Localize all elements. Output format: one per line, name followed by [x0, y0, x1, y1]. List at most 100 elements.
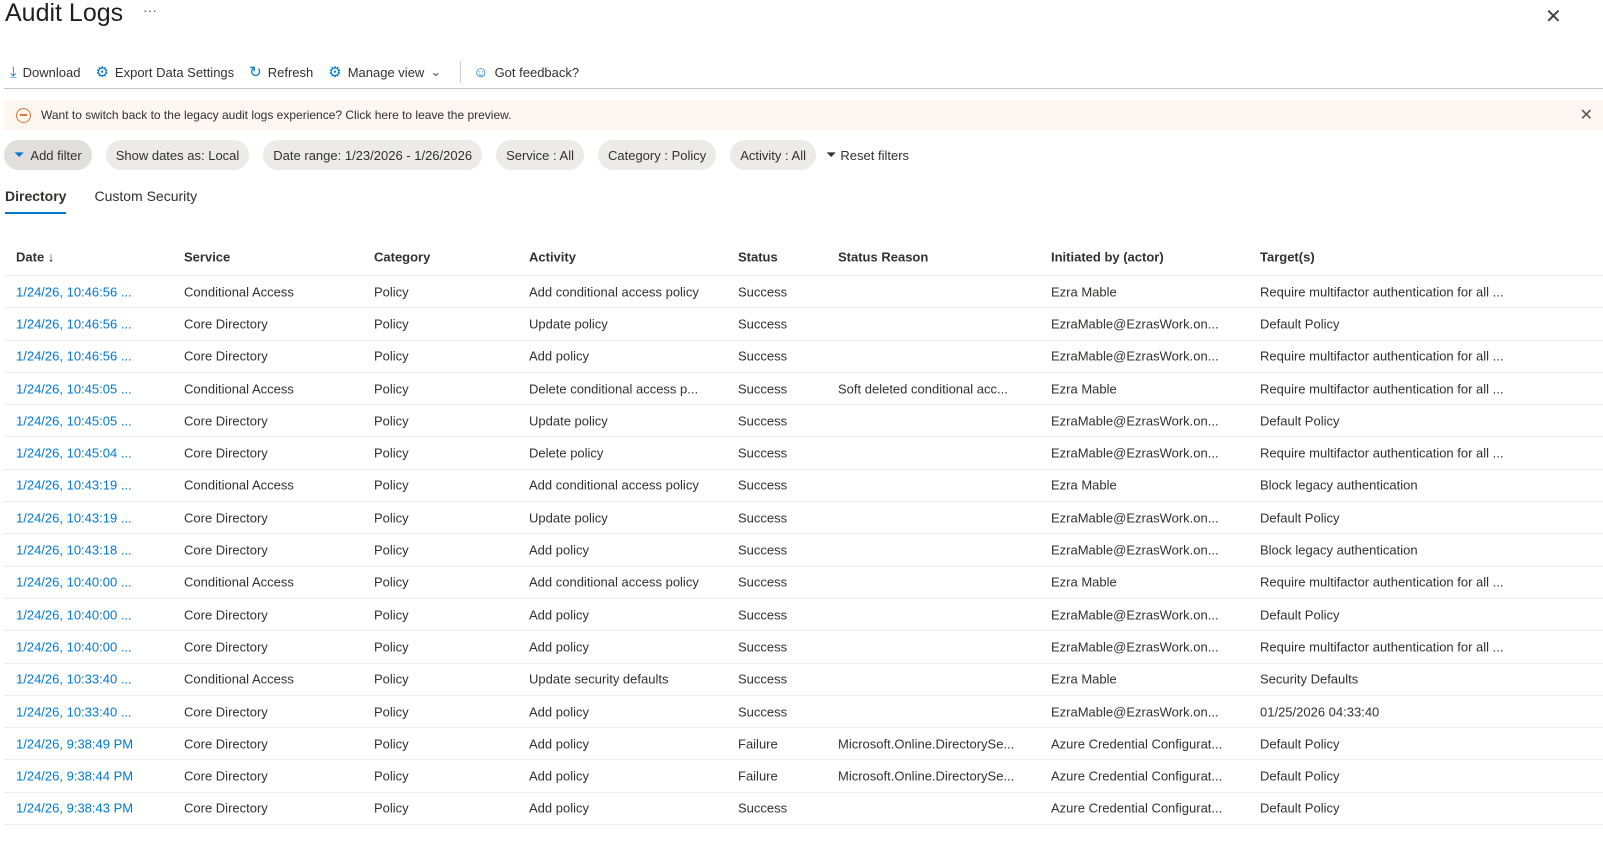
table-row[interactable]: 1/24/26, 10:46:56 ... Core Directory Polic… — [4, 308, 1603, 341]
cell-status: Success — [738, 348, 788, 364]
download-icon: ⤓ — [10, 63, 17, 81]
cell-date[interactable]: 1/24/26, 10:46:56 ... — [16, 284, 132, 299]
cell-service: Core Directory — [184, 510, 268, 526]
table-row[interactable]: 1/24/26, 10:43:19 ... Conditional Access P… — [4, 470, 1603, 503]
cell-initiated-by: EzraMable@EzrasWork.on... — [1051, 639, 1219, 655]
cell-category: Policy — [374, 542, 409, 558]
cell-date[interactable]: 1/24/26, 10:40:00 ... — [16, 607, 132, 622]
reset-filters-button[interactable]: ⏷ Reset filters — [826, 147, 909, 163]
page-title: Audit Logs — [5, 0, 124, 27]
refresh-icon: ↻ — [249, 64, 262, 81]
refresh-button[interactable]: ↻ Refresh — [249, 63, 313, 81]
table-row[interactable]: 1/24/26, 10:43:19 ... Core Directory Polic… — [4, 502, 1603, 535]
download-button[interactable]: ⤓ Download — [10, 64, 80, 81]
cell-service: Conditional Access — [184, 284, 294, 300]
column-header-activity[interactable]: Activity — [529, 249, 576, 264]
table-row[interactable]: 1/24/26, 10:40:00 ... Conditional Access P… — [4, 567, 1603, 599]
cell-date[interactable]: 1/24/26, 10:33:40 ... — [16, 672, 132, 687]
cell-service: Core Directory — [184, 607, 268, 623]
date-range-filter[interactable]: Date range: 1/23/2026 - 1/26/2026 — [263, 140, 483, 170]
cell-service: Core Directory — [184, 413, 268, 429]
cell-date[interactable]: 1/24/26, 9:38:49 PM — [16, 736, 133, 751]
cell-date[interactable]: 1/24/26, 10:46:56 ... — [16, 349, 132, 364]
table-row[interactable]: 1/24/26, 9:38:43 PM Core Directory Policy A… — [4, 793, 1603, 826]
cell-activity: Add policy — [529, 348, 589, 364]
cell-activity: Delete conditional access p... — [529, 381, 699, 397]
cell-date[interactable]: 1/24/26, 10:43:19 ... — [16, 510, 132, 525]
tab-custom-security[interactable]: Custom Security — [94, 188, 197, 214]
table-row[interactable]: 1/24/26, 9:38:49 PM Core Directory Policy A… — [4, 728, 1603, 761]
table-row[interactable]: 1/24/26, 10:40:00 ... Core Directory Polic… — [4, 631, 1603, 664]
column-header-category[interactable]: Category — [374, 249, 430, 264]
cell-status-reason: Microsoft.Online.DirectorySe... — [838, 736, 1015, 752]
table-row[interactable]: 1/24/26, 10:45:04 ... Core Directory Polic… — [4, 437, 1603, 470]
cell-date[interactable]: 1/24/26, 10:45:05 ... — [16, 413, 132, 428]
cell-category: Policy — [374, 413, 409, 429]
export-label: Export Data Settings — [114, 64, 235, 80]
column-header-status-reason[interactable]: Status Reason — [838, 249, 928, 264]
cell-service: Core Directory — [184, 768, 268, 784]
column-header-status[interactable]: Status — [738, 249, 778, 264]
column-header-targets[interactable]: Target(s) — [1260, 249, 1315, 264]
column-header-initiated-by[interactable]: Initiated by (actor) — [1051, 249, 1164, 264]
cell-category: Policy — [374, 671, 409, 687]
cell-activity: Update security defaults — [529, 671, 669, 687]
table-row[interactable]: 1/24/26, 9:38:44 PM Core Directory Policy A… — [4, 760, 1603, 793]
cell-date[interactable]: 1/24/26, 10:33:40 ... — [16, 704, 132, 719]
cell-status: Failure — [738, 736, 778, 752]
cell-activity: Add policy — [529, 639, 589, 655]
tab-directory[interactable]: Directory — [5, 188, 67, 214]
manage-view-button[interactable]: ⚙ Manage view ⌄ — [328, 63, 441, 81]
tab-bar: Directory Custom Security — [5, 188, 197, 214]
show-dates-filter[interactable]: Show dates as: Local — [105, 140, 250, 170]
cell-targets: Security Defaults — [1260, 671, 1359, 687]
cell-category: Policy — [374, 381, 409, 397]
cell-initiated-by: Ezra Mable — [1051, 381, 1117, 397]
table-row[interactable]: 1/24/26, 10:40:00 ... Core Directory Polic… — [4, 599, 1603, 632]
cell-targets: Default Policy — [1260, 607, 1340, 623]
cell-activity: Add conditional access policy — [529, 477, 699, 493]
cell-activity: Update policy — [529, 510, 608, 526]
export-data-settings-button[interactable]: ⚙ Export Data Settings — [95, 63, 234, 81]
cell-status: Failure — [738, 768, 778, 784]
table-row[interactable]: 1/24/26, 10:46:56 ... Conditional Access P… — [4, 276, 1603, 309]
cell-date[interactable]: 1/24/26, 9:38:43 PM — [16, 801, 133, 816]
table-row[interactable]: 1/24/26, 10:43:18 ... Core Directory Polic… — [4, 534, 1603, 567]
table-row[interactable]: 1/24/26, 10:45:05 ... Conditional Access P… — [4, 373, 1603, 406]
filter-icon: ⏷ — [14, 147, 25, 162]
cell-targets: Require multifactor authentication for a… — [1260, 348, 1504, 364]
table-row[interactable]: 1/24/26, 10:33:40 ... Core Directory Polic… — [4, 696, 1603, 729]
cell-date[interactable]: 1/24/26, 10:40:00 ... — [16, 639, 132, 654]
cell-date[interactable]: 1/24/26, 10:45:05 ... — [16, 381, 132, 396]
cell-status: Success — [738, 510, 788, 526]
close-icon[interactable]: ✕ — [1545, 4, 1562, 29]
cell-status: Success — [738, 671, 788, 687]
dismiss-banner-icon[interactable]: ✕ — [1580, 105, 1593, 125]
table-row[interactable]: 1/24/26, 10:33:40 ... Conditional Access P… — [4, 664, 1603, 696]
cell-date[interactable]: 1/24/26, 10:46:56 ... — [16, 316, 132, 331]
cell-date[interactable]: 1/24/26, 9:38:44 PM — [16, 769, 133, 784]
column-header-date[interactable]: Date ↓ — [16, 249, 54, 264]
table-row[interactable]: 1/24/26, 10:46:56 ... Core Directory Polic… — [4, 341, 1603, 373]
cell-category: Policy — [374, 607, 409, 623]
cell-targets: Default Policy — [1260, 768, 1340, 784]
activity-filter[interactable]: Activity : All — [730, 140, 816, 170]
service-filter[interactable]: Service : All — [496, 140, 584, 170]
category-filter[interactable]: Category : Policy — [597, 140, 717, 170]
cell-date[interactable]: 1/24/26, 10:43:18 ... — [16, 543, 132, 558]
add-filter-button[interactable]: ⏷ Add filter — [4, 140, 92, 170]
cell-category: Policy — [374, 800, 409, 816]
cell-status: Success — [738, 316, 788, 332]
cell-date[interactable]: 1/24/26, 10:40:00 ... — [16, 575, 132, 590]
reset-filters-label: Reset filters — [840, 147, 910, 163]
cell-initiated-by: Azure Credential Configurat... — [1051, 768, 1223, 784]
cell-date[interactable]: 1/24/26, 10:43:19 ... — [16, 478, 132, 493]
feedback-button[interactable]: ☺ Got feedback? — [473, 64, 579, 81]
column-header-service[interactable]: Service — [184, 249, 230, 264]
table-row[interactable]: 1/24/26, 10:45:05 ... Core Directory Polic… — [4, 405, 1603, 438]
cell-date[interactable]: 1/24/26, 10:45:04 ... — [16, 446, 132, 461]
leave-preview-link[interactable]: Want to switch back to the legacy audit … — [41, 108, 511, 122]
more-options-button[interactable]: ··· — [143, 2, 157, 18]
cell-category: Policy — [374, 574, 409, 590]
cell-targets: Require multifactor authentication for a… — [1260, 284, 1504, 300]
